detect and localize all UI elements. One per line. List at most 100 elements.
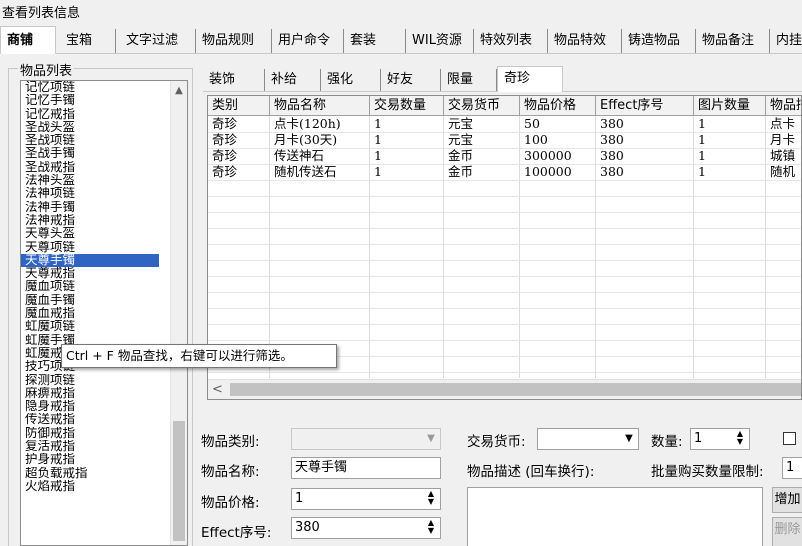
currency-select[interactable]: ▼ (537, 428, 639, 450)
table-row[interactable]: 奇珍 随机传送石 1 金币 100000 380 1 随机 (208, 164, 801, 180)
scroll-up-icon[interactable]: ▲ (173, 85, 185, 97)
bulk-limit-label: 批量购买数量限制: (651, 464, 764, 480)
cell-name: 点卡(120h) (274, 116, 341, 131)
tab-user-commands[interactable]: 用户命令 (272, 29, 344, 53)
subtab-supply[interactable]: 补给 (265, 69, 321, 91)
delete-button[interactable]: 删除 (772, 517, 802, 546)
tab-treasure-box[interactable]: 宝箱 (60, 29, 116, 53)
cell-category: 奇珍 (212, 148, 238, 163)
list-item[interactable]: 探测项链 (21, 374, 159, 387)
item-list-scrollbar[interactable]: ▲ (170, 81, 187, 545)
col-header-name[interactable]: 物品名称 (270, 96, 370, 116)
tab-forged-items[interactable]: 铸造物品 (622, 29, 696, 53)
subtab-rare[interactable]: 奇珍 (497, 66, 563, 92)
list-item[interactable]: 法神戒指 (21, 214, 159, 227)
list-item[interactable]: 魔血戒指 (21, 307, 159, 320)
list-item[interactable]: 法神手镯 (21, 201, 159, 214)
table-row[interactable]: 奇珍 月卡(30天) 1 元宝 100 380 1 月卡 (208, 132, 801, 148)
list-item[interactable]: 超负载戒指 (21, 467, 159, 480)
spin-arrows-icon[interactable]: ▲ ▼ (732, 430, 748, 448)
scroll-left-icon[interactable]: < (212, 382, 223, 397)
col-header-currency[interactable]: 交易货币 (444, 96, 520, 116)
list-item[interactable]: 圣战项链 (21, 134, 159, 147)
col-header-price[interactable]: 物品价格 (520, 96, 596, 116)
tab-item-rules[interactable]: 物品规则 (196, 29, 272, 53)
option-checkbox[interactable] (783, 432, 796, 445)
list-item[interactable]: 魔血手镯 (21, 294, 159, 307)
list-item[interactable]: 传送戒指 (21, 413, 159, 426)
effect-stepper[interactable]: 380 ▲ ▼ (291, 517, 441, 539)
tab-sets[interactable]: 套装 (344, 29, 406, 53)
cell-price: 50 (524, 116, 540, 131)
tab-text-filter[interactable]: 文字过滤 (120, 29, 196, 53)
category-select[interactable]: ▼ (291, 428, 441, 450)
grid-scroll-thumb[interactable] (230, 383, 801, 396)
cell-image-count: 1 (698, 148, 706, 163)
cell-effect: 380 (600, 132, 624, 147)
list-item[interactable]: 麻痹戒指 (21, 387, 159, 400)
scroll-thumb[interactable] (173, 421, 185, 541)
cell-price: 100 (524, 132, 548, 147)
list-item[interactable]: 护身戒指 (21, 453, 159, 466)
item-listbox[interactable]: 记忆项链 记忆手镯 记忆戒指 圣战头盔 圣战项链 圣战手镯 圣战戒指 法神头盔 法神项链 法神手镯… (20, 80, 188, 546)
quantity-stepper[interactable]: 1 ▲ ▼ (690, 428, 750, 450)
tab-effect-list[interactable]: 特效列表 (474, 29, 548, 53)
main-tab-strip: 商铺 宝箱 文字过滤 物品规则 用户命令 套装 WIL资源 特效列表 物品特效 … (0, 26, 802, 54)
list-item[interactable]: 隐身戒指 (21, 400, 159, 413)
cell-trade-qty: 1 (374, 116, 382, 131)
spin-arrows-icon[interactable]: ▲ ▼ (423, 519, 439, 537)
list-item[interactable]: 防御戒指 (21, 427, 159, 440)
chevron-down-icon[interactable]: ▼ (422, 429, 440, 449)
list-item[interactable]: 记忆戒指 (21, 108, 159, 121)
tab-shop[interactable]: 商铺 (0, 26, 56, 54)
subtab-limited[interactable]: 限量 (441, 69, 497, 91)
bulk-limit-input[interactable]: 1 (782, 457, 802, 479)
subtab-enhance[interactable]: 强化 (321, 69, 381, 91)
chevron-down-icon[interactable]: ▼ (620, 429, 638, 449)
tab-plugin[interactable]: 内挂 (770, 29, 802, 53)
description-textarea[interactable] (467, 487, 763, 546)
tab-item-effects[interactable]: 物品特效 (548, 29, 622, 53)
cell-description: 随机 (770, 164, 796, 179)
quantity-label: 数量: (651, 434, 683, 450)
col-header-category[interactable]: 类别 (208, 96, 270, 116)
list-item[interactable]: 法神项链 (21, 187, 159, 200)
col-header-effect[interactable]: Effect序号 (596, 96, 694, 116)
list-item[interactable]: 天尊手镯 (21, 253, 159, 268)
list-item[interactable]: 复活戒指 (21, 440, 159, 453)
cell-name: 传送神石 (274, 148, 325, 163)
cell-name: 随机传送石 (274, 164, 337, 179)
table-row[interactable]: 奇珍 点卡(120h) 1 元宝 50 380 1 点卡 (208, 116, 801, 132)
list-item[interactable]: 法神头盔 (21, 174, 159, 187)
list-item[interactable]: 记忆手镯 (21, 94, 159, 107)
list-item[interactable]: 火焰戒指 (21, 480, 159, 493)
list-item[interactable]: 天尊项链 (21, 241, 159, 254)
grid-horizontal-scrollbar[interactable]: < (208, 379, 801, 399)
list-item[interactable]: 虹魔项链 (21, 320, 159, 333)
col-header-description[interactable]: 物品描述 (766, 96, 801, 116)
effect-value: 380 (295, 520, 320, 535)
spin-arrows-icon[interactable]: ▲ ▼ (423, 490, 439, 508)
subtab-friends[interactable]: 好友 (381, 69, 441, 91)
price-stepper[interactable]: 1 ▲ ▼ (291, 488, 441, 510)
col-header-image-count[interactable]: 图片数量 (694, 96, 766, 116)
subtab-decoration[interactable]: 装饰 (203, 69, 265, 91)
cell-trade-qty: 1 (374, 164, 382, 179)
list-item[interactable]: 记忆项链 (21, 81, 159, 94)
price-label: 物品价格: (201, 495, 260, 511)
item-name-input[interactable]: 天尊手镯 (291, 457, 441, 479)
grid-header: 类别 物品名称 交易数量 交易货币 物品价格 Effect序号 图片数量 物品描… (208, 96, 801, 116)
list-item[interactable]: 圣战头盔 (21, 121, 159, 134)
table-row[interactable]: 奇珍 传送神石 1 金币 300000 380 1 城镇 (208, 148, 801, 164)
list-item[interactable]: 天尊戒指 (21, 267, 159, 280)
list-item[interactable]: 天尊头盔 (21, 227, 159, 240)
tab-item-notes[interactable]: 物品备注 (696, 29, 770, 53)
list-item[interactable]: 魔血项链 (21, 280, 159, 293)
price-value: 1 (295, 491, 304, 506)
item-name-label: 物品名称: (201, 464, 260, 480)
list-item[interactable]: 圣战手镯 (21, 147, 159, 160)
list-item[interactable]: 圣战戒指 (21, 161, 159, 174)
tab-wil-resources[interactable]: WIL资源 (406, 29, 474, 53)
col-header-trade-qty[interactable]: 交易数量 (370, 96, 444, 116)
add-button[interactable]: 增加 (772, 487, 802, 513)
